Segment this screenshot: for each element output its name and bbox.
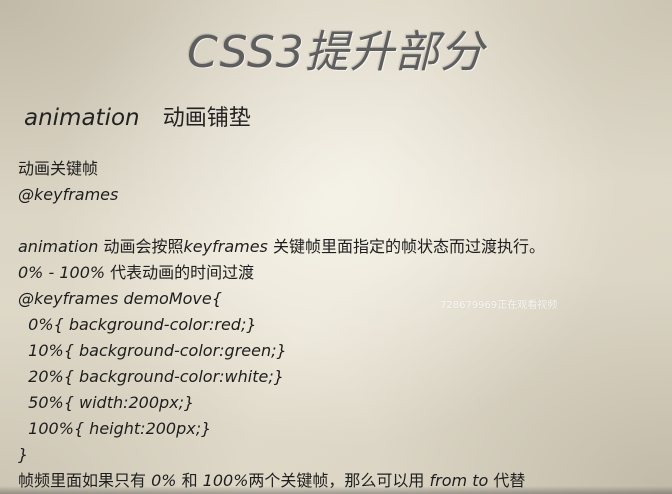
code-line: @keyframes demoMove{ — [18, 289, 222, 308]
code-line: 50%{ width:200px;} — [18, 393, 195, 412]
code-line: 100%{ height:200px;} — [18, 419, 212, 438]
body-line-percent-range: 0% - 100% 代表动画的时间过渡 — [18, 260, 658, 286]
percent-range-keyword: 0% - 100% — [18, 263, 106, 282]
slide-title: CSS3提升部分 — [187, 27, 485, 78]
code-line: 0%{ background-color:red;} — [18, 315, 257, 334]
slide-subtitle: animation 动画铺垫 — [24, 100, 251, 132]
animation-description-b: 关键帧里面指定的帧状态而过渡执行。 — [267, 237, 545, 256]
code-line: 10%{ background-color:green;} — [18, 341, 287, 360]
body-line-keyframe-heading: 动画关键帧 — [18, 159, 99, 178]
slide: CSS3提升部分 animation 动画铺垫 动画关键帧 @keyframes… — [0, 0, 672, 494]
subtitle-keyword: animation — [24, 105, 140, 131]
subtitle-text: 动画铺垫 — [162, 106, 251, 131]
viewer-watermark: 728679969正在观看视频 — [440, 300, 558, 311]
animation-description-a: 动画会按照 — [98, 237, 184, 256]
slide-body: 动画关键帧 @keyframes animation 动画会按照keyframe… — [18, 156, 658, 494]
body-line-animation-description: animation 动画会按照keyframes 关键帧里面指定的帧状态而过渡执… — [18, 234, 658, 260]
code-line: 20%{ background-color:white;} — [18, 367, 284, 386]
animation-keyword: animation — [18, 237, 99, 256]
keyframes-keyword: keyframes — [183, 237, 268, 256]
body-line-keyframes-rule: @keyframes — [18, 185, 119, 204]
bottom-shade — [0, 486, 672, 494]
code-line: } — [18, 445, 29, 464]
percent-range-description: 代表动画的时间过渡 — [105, 263, 255, 282]
